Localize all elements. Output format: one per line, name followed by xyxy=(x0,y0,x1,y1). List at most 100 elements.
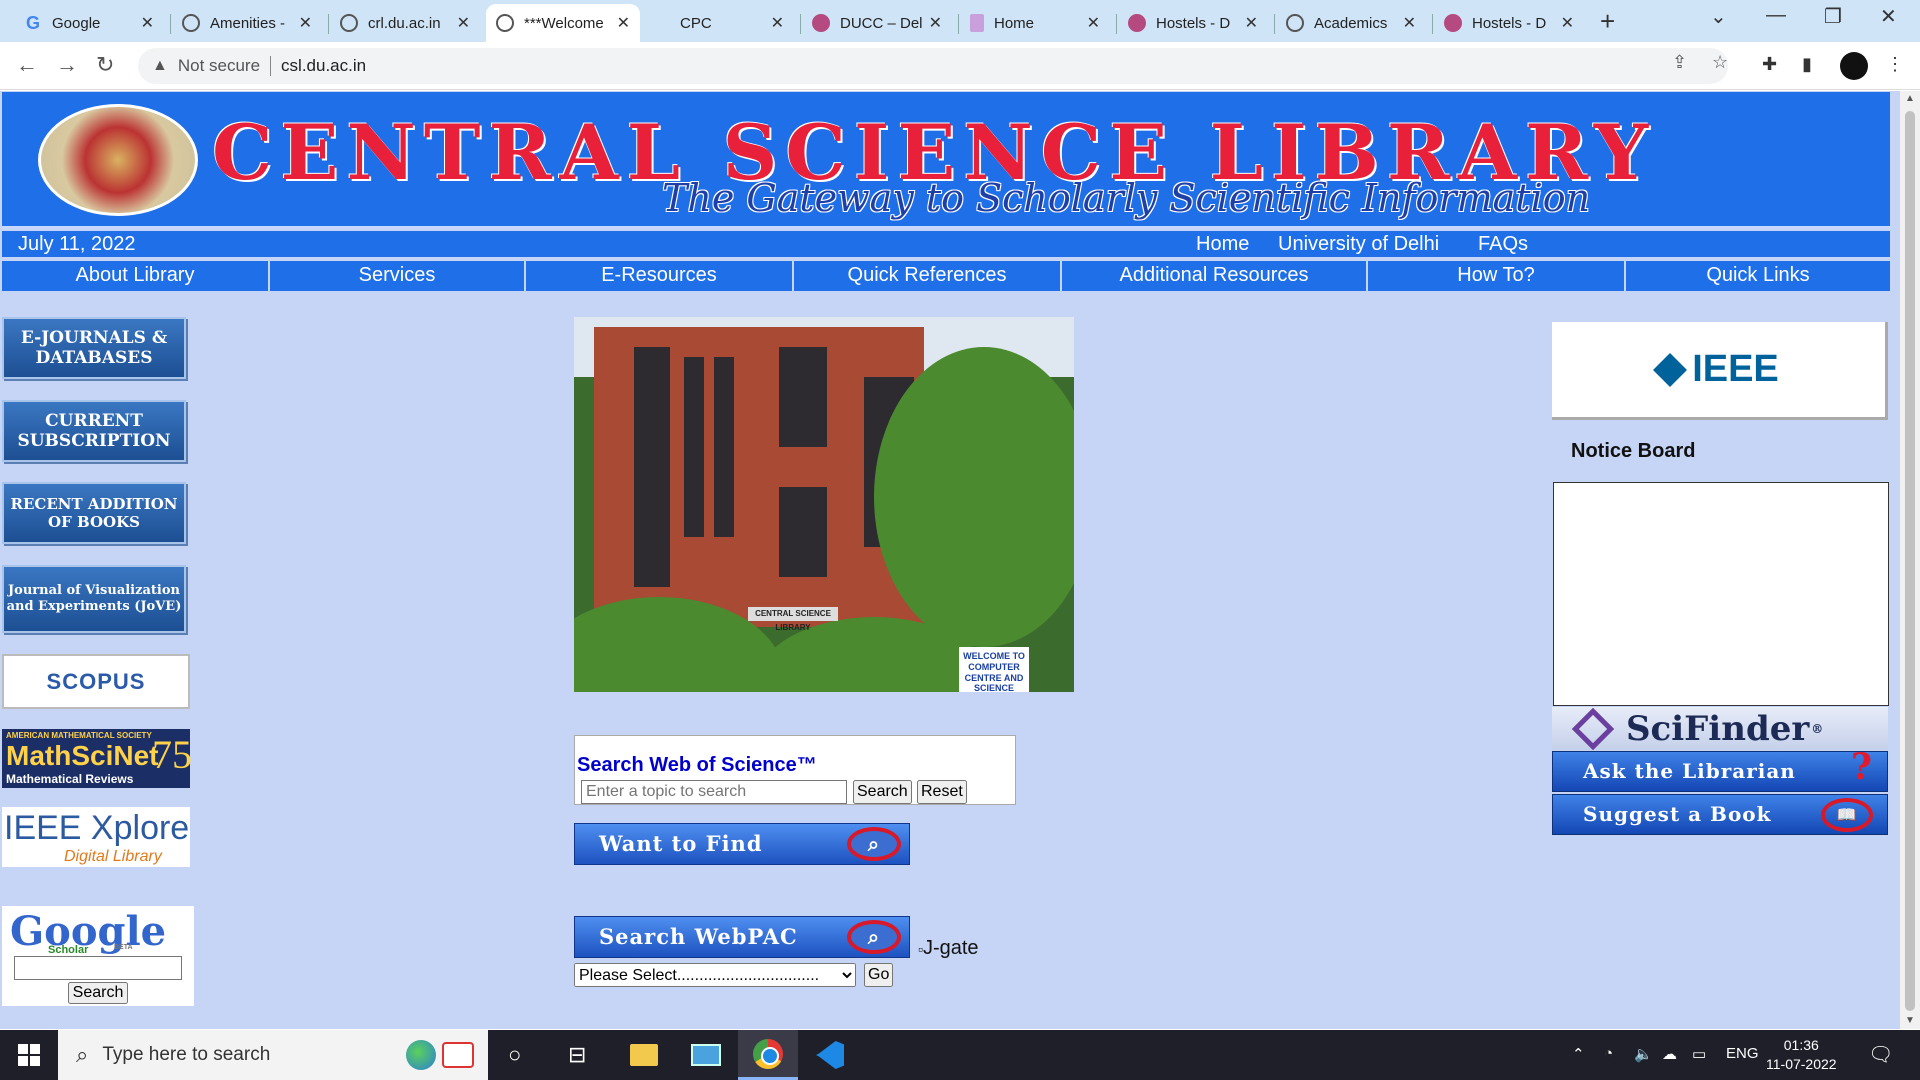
notifications-icon[interactable]: 🗨 xyxy=(1868,1042,1893,1067)
tab-google[interactable]: G Google ✕ xyxy=(14,4,164,42)
new-tab-plus-icon[interactable]: + xyxy=(1600,6,1615,37)
tab-academics[interactable]: Academics ✕ xyxy=(1276,4,1426,42)
globe-icon xyxy=(496,14,514,32)
forward-arrow-icon[interactable]: → xyxy=(56,52,78,78)
top-link-faqs[interactable]: FAQs xyxy=(1478,233,1528,256)
close-icon[interactable]: ✕ xyxy=(1245,13,1258,33)
volume-icon[interactable]: 🔈 xyxy=(1634,1045,1653,1063)
menu-quick-links[interactable]: Quick Links xyxy=(1626,261,1890,291)
share-icon[interactable]: ⇪ xyxy=(1672,52,1687,73)
jove-button[interactable]: Journal of Visualization and Experiments… xyxy=(2,565,186,633)
tab-hostels[interactable]: Hostels - D ✕ xyxy=(1118,4,1268,42)
menu-e-resources[interactable]: E-Resources xyxy=(526,261,794,291)
input-language[interactable]: ENG xyxy=(1726,1045,1759,1062)
side-panel-icon[interactable]: ▮ xyxy=(1802,54,1812,75)
cortana-circle-icon[interactable]: ○ xyxy=(508,1042,521,1068)
menu-quick-references[interactable]: Quick References xyxy=(794,261,1062,291)
scroll-down-arrow-icon[interactable]: ▼ xyxy=(1905,1015,1915,1026)
search-webpac-button[interactable]: Search WebPAC ⌕ xyxy=(574,916,910,958)
back-arrow-icon[interactable]: ← xyxy=(16,52,38,78)
menu-about-library[interactable]: About Library xyxy=(2,261,270,291)
close-icon[interactable]: ✕ xyxy=(1087,13,1100,33)
top-link-home[interactable]: Home xyxy=(1196,233,1249,256)
recent-addition-button[interactable]: RECENT ADDITION OF BOOKS xyxy=(2,482,186,544)
more-menu-icon[interactable]: ⋮ xyxy=(1886,54,1904,75)
tab-ducc[interactable]: DUCC – Del ✕ xyxy=(802,4,952,42)
tab-cpc[interactable]: CPC ✕ xyxy=(644,4,794,42)
current-subscription-button[interactable]: CURRENT SUBSCRIPTION xyxy=(2,400,186,462)
tab-search-chevron-icon[interactable]: ⌄ xyxy=(1710,4,1727,29)
scrollbar-thumb[interactable] xyxy=(1905,111,1915,1011)
windows-start-icon[interactable] xyxy=(18,1044,40,1066)
tab-separator xyxy=(1274,14,1275,34)
battery-icon[interactable]: ▭ xyxy=(1692,1045,1706,1063)
tab-amenities[interactable]: Amenities - ✕ xyxy=(172,4,322,42)
network-icon[interactable]: ◔ xyxy=(1604,1045,1613,1062)
warning-triangle-icon[interactable]: ▲ xyxy=(152,57,168,75)
menu-services[interactable]: Services xyxy=(270,261,526,291)
scopus-link[interactable]: SCOPUS xyxy=(2,654,190,709)
scroll-up-arrow-icon[interactable]: ▲ xyxy=(1905,93,1915,104)
close-icon[interactable]: ✕ xyxy=(457,13,470,33)
tab-home[interactable]: Home ✕ xyxy=(960,4,1110,42)
e-journals-button[interactable]: E-JOURNALS & DATABASES xyxy=(2,317,186,379)
page-scrollbar[interactable]: ▲ ▼ xyxy=(1900,91,1920,1029)
jgate-broken-image[interactable]: ▫J-gate xyxy=(918,937,979,960)
close-icon[interactable]: ✕ xyxy=(617,13,630,33)
close-icon[interactable]: ✕ xyxy=(929,13,942,33)
go-button[interactable]: Go xyxy=(864,963,894,987)
ieee-xplore-link[interactable]: IEEE Xplore Digital Library xyxy=(2,807,190,867)
scholar-search-input[interactable] xyxy=(14,956,182,980)
close-icon[interactable]: ✕ xyxy=(1561,13,1574,33)
vscode-app[interactable] xyxy=(800,1030,860,1080)
bookmark-star-icon[interactable]: ☆ xyxy=(1712,52,1728,73)
close-icon[interactable]: ✕ xyxy=(141,13,154,33)
close-icon[interactable]: ✕ xyxy=(1403,13,1416,33)
browser-toolbar: ← → ↻ ▲ Not secure csl.du.ac.in ⇪ ☆ ✚ ▮ … xyxy=(0,42,1920,90)
tab-welcome-active[interactable]: ***Welcome ✕ xyxy=(486,4,640,42)
suggest-a-book-button[interactable]: Suggest a Book 📖 xyxy=(1552,794,1888,835)
wos-search-button[interactable]: Search xyxy=(853,780,912,804)
ask-the-librarian-button[interactable]: Ask the Librarian ? xyxy=(1552,748,1888,792)
want-to-find-button[interactable]: Want to Find ⌕ xyxy=(574,823,910,865)
system-clock[interactable]: 01:36 11-07-2022 xyxy=(1766,1036,1837,1074)
wos-reset-button[interactable]: Reset xyxy=(917,780,967,804)
taskbar-search-box[interactable]: ⌕ Type here to search xyxy=(58,1030,488,1080)
scifinder-link[interactable]: SciFinder ® xyxy=(1552,707,1888,750)
address-bar[interactable]: ▲ Not secure csl.du.ac.in xyxy=(138,48,1728,84)
wos-topic-input[interactable] xyxy=(581,780,847,804)
menu-additional-resources[interactable]: Additional Resources xyxy=(1062,261,1368,291)
profile-avatar[interactable] xyxy=(1840,52,1868,80)
restore-icon[interactable]: ❐ xyxy=(1824,4,1842,29)
resource-select[interactable]: Please Select...........................… xyxy=(574,963,856,987)
close-icon[interactable]: ✕ xyxy=(299,13,312,33)
tab-crl[interactable]: crl.du.ac.in ✕ xyxy=(330,4,480,42)
minimize-icon[interactable]: — xyxy=(1766,4,1786,27)
url-text[interactable]: csl.du.ac.in xyxy=(281,56,366,76)
onedrive-icon[interactable]: ☁ xyxy=(1662,1045,1677,1063)
welcome-sign: WELCOME TO COMPUTER CENTRE AND SCIENCE L… xyxy=(959,647,1029,692)
scholar-beta: BETA xyxy=(114,944,133,951)
search-highlight-chart-icon[interactable] xyxy=(442,1042,474,1068)
search-highlight-globe-icon[interactable] xyxy=(406,1040,436,1070)
tab-hostels-2[interactable]: Hostels - D ✕ xyxy=(1434,4,1584,42)
ieee-link[interactable]: IEEE xyxy=(1552,322,1888,420)
tray-chevron-up-icon[interactable]: ⌃ xyxy=(1572,1045,1585,1063)
file-explorer-app[interactable] xyxy=(614,1030,674,1080)
reload-icon[interactable]: ↻ xyxy=(96,52,114,78)
security-label[interactable]: Not secure xyxy=(178,56,260,76)
close-icon[interactable]: ✕ xyxy=(771,13,784,33)
scholar-search-button[interactable]: Search xyxy=(68,982,128,1004)
chrome-app[interactable] xyxy=(738,1030,798,1080)
extensions-puzzle-icon[interactable]: ✚ xyxy=(1762,54,1777,75)
top-link-university[interactable]: University of Delhi xyxy=(1278,233,1439,256)
window-close-icon[interactable]: ✕ xyxy=(1880,4,1897,29)
scopus-logo-text: SCOPUS xyxy=(46,668,146,694)
mathscinet-link[interactable]: AMERICAN MATHEMATICAL SOCIETY MathSciNet… xyxy=(2,729,192,788)
page-viewport: CENTRAL SCIENCE LIBRARY The Gateway to S… xyxy=(0,91,1900,1029)
notice-board-title: Notice Board xyxy=(1571,440,1696,462)
task-view-icon[interactable]: ⊟ xyxy=(568,1042,586,1068)
mathscinet-75-badge: 75 xyxy=(152,732,192,777)
menu-how-to[interactable]: How To? xyxy=(1368,261,1626,291)
this-pc-app[interactable] xyxy=(676,1030,736,1080)
